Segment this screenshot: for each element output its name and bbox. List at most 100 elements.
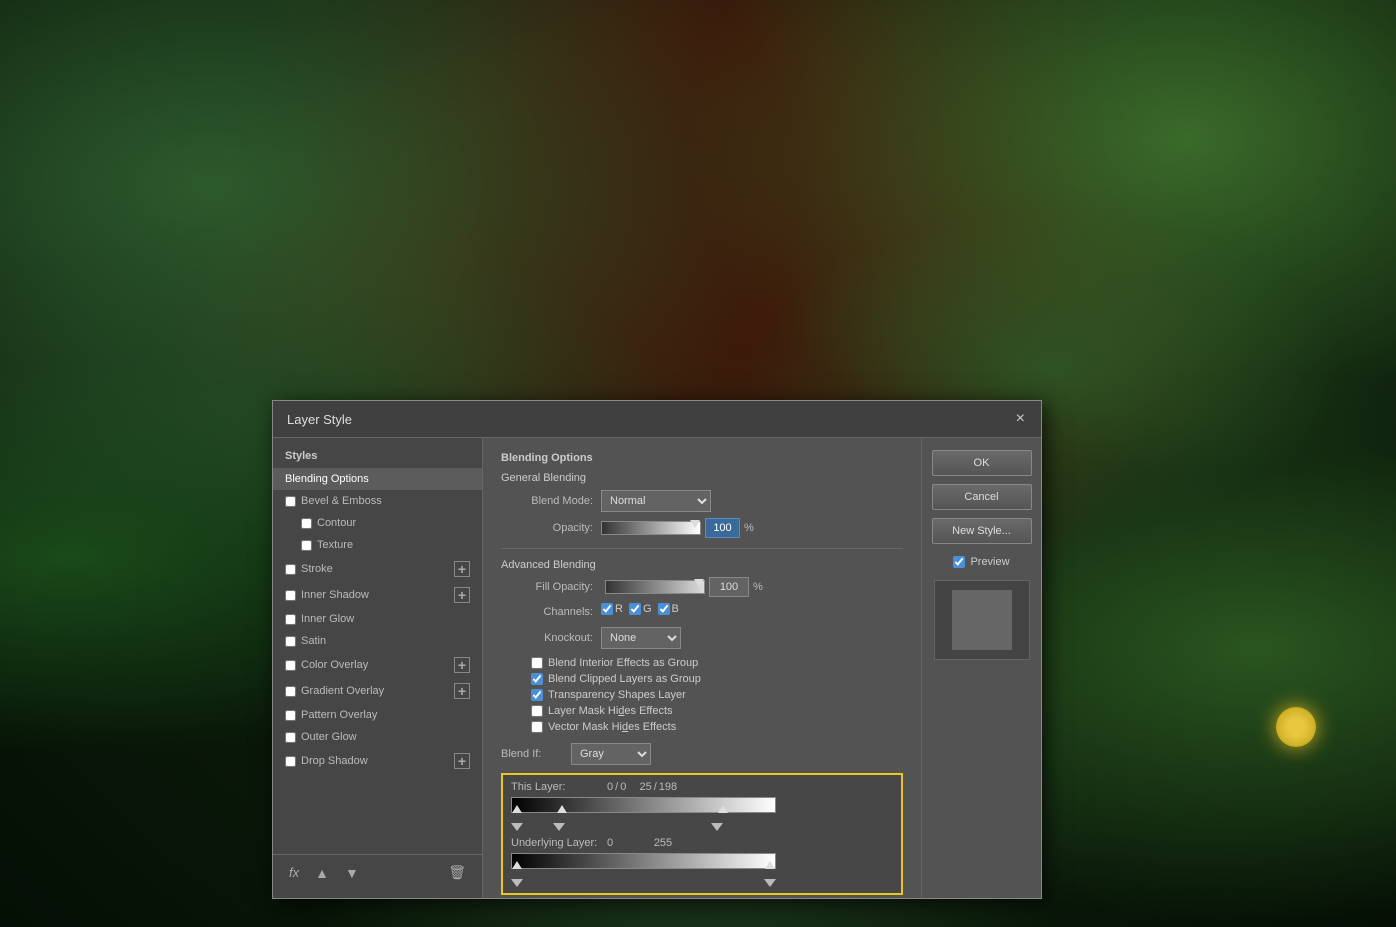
sidebar-item-contour[interactable]: Contour <box>273 512 482 534</box>
sidebar-label-inner-glow: Inner Glow <box>301 613 470 625</box>
opacity-slider[interactable] <box>601 521 701 535</box>
fx-icon[interactable]: fx <box>285 863 303 882</box>
underlying-layer-row: Underlying Layer: 0 255 <box>511 837 893 849</box>
sidebar-item-inner-shadow[interactable]: Inner Shadow + <box>273 582 482 608</box>
this-layer-gradient-bar[interactable] <box>511 797 776 813</box>
preview-inner <box>952 590 1012 650</box>
sidebar-item-stroke[interactable]: Stroke + <box>273 556 482 582</box>
blend-clipped-label: Blend Clipped Layers as Group <box>548 673 701 685</box>
layer-mask-hides-row: Layer Mask Hides Effects <box>501 705 903 717</box>
sidebar-label-satin: Satin <box>301 635 470 647</box>
sidebar-item-drop-shadow[interactable]: Drop Shadow + <box>273 748 482 774</box>
channel-b-group: B <box>658 603 679 615</box>
underlying-handle-left[interactable] <box>511 879 523 887</box>
sidebar-item-color-overlay[interactable]: Color Overlay + <box>273 652 482 678</box>
checkbox-contour[interactable] <box>301 518 312 529</box>
handle-left-1[interactable] <box>511 823 523 831</box>
blend-interior-checkbox[interactable] <box>531 657 543 669</box>
checkbox-bevel-emboss[interactable] <box>285 496 296 507</box>
sidebar-item-pattern-overlay[interactable]: Pattern Overlay <box>273 704 482 726</box>
checkbox-color-overlay[interactable] <box>285 660 296 671</box>
delete-icon[interactable]: 🗑 <box>444 862 470 883</box>
underlying-v2: 255 <box>654 837 672 849</box>
plus-icon-stroke[interactable]: + <box>454 561 470 577</box>
fill-pct: % <box>753 581 763 593</box>
this-layer-slider-container <box>511 797 893 813</box>
sidebar-item-blending-options[interactable]: Blending Options <box>273 468 482 490</box>
preview-checkbox[interactable] <box>953 556 965 568</box>
underlying-left-handle[interactable] <box>512 861 522 869</box>
channel-g-checkbox[interactable] <box>629 603 641 615</box>
sidebar-item-satin[interactable]: Satin <box>273 630 482 652</box>
sidebar-item-bevel-emboss[interactable]: Bevel & Emboss <box>273 490 482 512</box>
layer-mask-hides-checkbox[interactable] <box>531 705 543 717</box>
blend-if-select[interactable]: Gray Red Green Blue <box>571 743 651 765</box>
separator-1 <box>501 548 903 549</box>
sidebar-item-inner-glow[interactable]: Inner Glow <box>273 608 482 630</box>
this-layer-left-handle[interactable] <box>512 805 522 813</box>
handle-right-1[interactable] <box>711 823 723 831</box>
checkbox-inner-glow[interactable] <box>285 614 296 625</box>
blend-mode-select[interactable]: Normal Dissolve Multiply Screen Overlay <box>601 490 711 512</box>
underlying-right-handle[interactable] <box>765 861 775 869</box>
opacity-percent: % <box>744 522 754 534</box>
dialog-body: Styles Blending Options Bevel & Emboss C… <box>273 438 1041 898</box>
opacity-control: % <box>601 518 754 538</box>
plus-icon-inner-shadow[interactable]: + <box>454 587 470 603</box>
knockout-label: Knockout: <box>501 632 601 644</box>
channel-r-checkbox[interactable] <box>601 603 613 615</box>
blend-if-label: Blend If: <box>501 748 571 760</box>
this-layer-v4: 198 <box>659 781 677 793</box>
checkbox-satin[interactable] <box>285 636 296 647</box>
sidebar-label-outer-glow: Outer Glow <box>301 731 470 743</box>
blending-options-title: Blending Options <box>501 452 903 464</box>
checkbox-outer-glow[interactable] <box>285 732 296 743</box>
opacity-handle[interactable] <box>690 520 700 528</box>
sidebar-header: Styles <box>273 446 482 468</box>
plus-icon-drop-shadow[interactable]: + <box>454 753 470 769</box>
fill-opacity-handle[interactable] <box>694 579 704 587</box>
plus-icon-gradient-overlay[interactable]: + <box>454 683 470 699</box>
underlying-v1: 0 <box>607 837 613 849</box>
opacity-input[interactable] <box>705 518 740 538</box>
sidebar-item-outer-glow[interactable]: Outer Glow <box>273 726 482 748</box>
knockout-select[interactable]: None Shallow Deep <box>601 627 681 649</box>
advanced-blending-title: Advanced Blending <box>501 559 903 571</box>
checkbox-gradient-overlay[interactable] <box>285 686 296 697</box>
transparency-shapes-row: Transparency Shapes Layer <box>501 689 903 701</box>
checkbox-texture[interactable] <box>301 540 312 551</box>
cancel-button[interactable]: Cancel <box>932 484 1032 510</box>
this-layer-mid-right-handle[interactable] <box>718 805 728 813</box>
move-down-icon[interactable]: ▼ <box>341 863 363 883</box>
checkbox-stroke[interactable] <box>285 564 296 575</box>
transparency-shapes-checkbox[interactable] <box>531 689 543 701</box>
checkbox-inner-shadow[interactable] <box>285 590 296 601</box>
checkbox-pattern-overlay[interactable] <box>285 710 296 721</box>
channel-b-checkbox[interactable] <box>658 603 670 615</box>
sidebar-label-pattern-overlay: Pattern Overlay <box>301 709 470 721</box>
new-style-button[interactable]: New Style... <box>932 518 1032 544</box>
blend-clipped-checkbox[interactable] <box>531 673 543 685</box>
handle-mid-1[interactable] <box>553 823 565 831</box>
fill-opacity-row: Fill Opacity: % <box>501 577 903 597</box>
this-layer-row: This Layer: 0 / 0 25 / 198 <box>511 781 893 793</box>
checkbox-drop-shadow[interactable] <box>285 756 296 767</box>
underlying-handle-right[interactable] <box>764 879 776 887</box>
sidebar-item-gradient-overlay[interactable]: Gradient Overlay + <box>273 678 482 704</box>
sidebar-item-texture[interactable]: Texture <box>273 534 482 556</box>
layer-style-dialog: Layer Style × Styles Blending Options Be… <box>272 400 1042 899</box>
fill-opacity-slider[interactable] <box>605 580 705 594</box>
ok-button[interactable]: OK <box>932 450 1032 476</box>
channels-row: Channels: R G B <box>501 603 903 621</box>
underlying-layer-slider-container <box>511 853 893 869</box>
fill-opacity-input[interactable] <box>709 577 749 597</box>
sidebar-label-inner-shadow: Inner Shadow <box>301 589 454 601</box>
close-button[interactable]: × <box>1014 411 1027 427</box>
this-layer-mid-left-handle[interactable] <box>557 805 567 813</box>
fill-opacity-control: % <box>605 577 763 597</box>
vector-mask-hides-checkbox[interactable] <box>531 721 543 733</box>
move-up-icon[interactable]: ▲ <box>311 863 333 883</box>
gradient-section: This Layer: 0 / 0 25 / 198 <box>501 773 903 895</box>
underlying-layer-gradient-bar[interactable] <box>511 853 776 869</box>
plus-icon-color-overlay[interactable]: + <box>454 657 470 673</box>
